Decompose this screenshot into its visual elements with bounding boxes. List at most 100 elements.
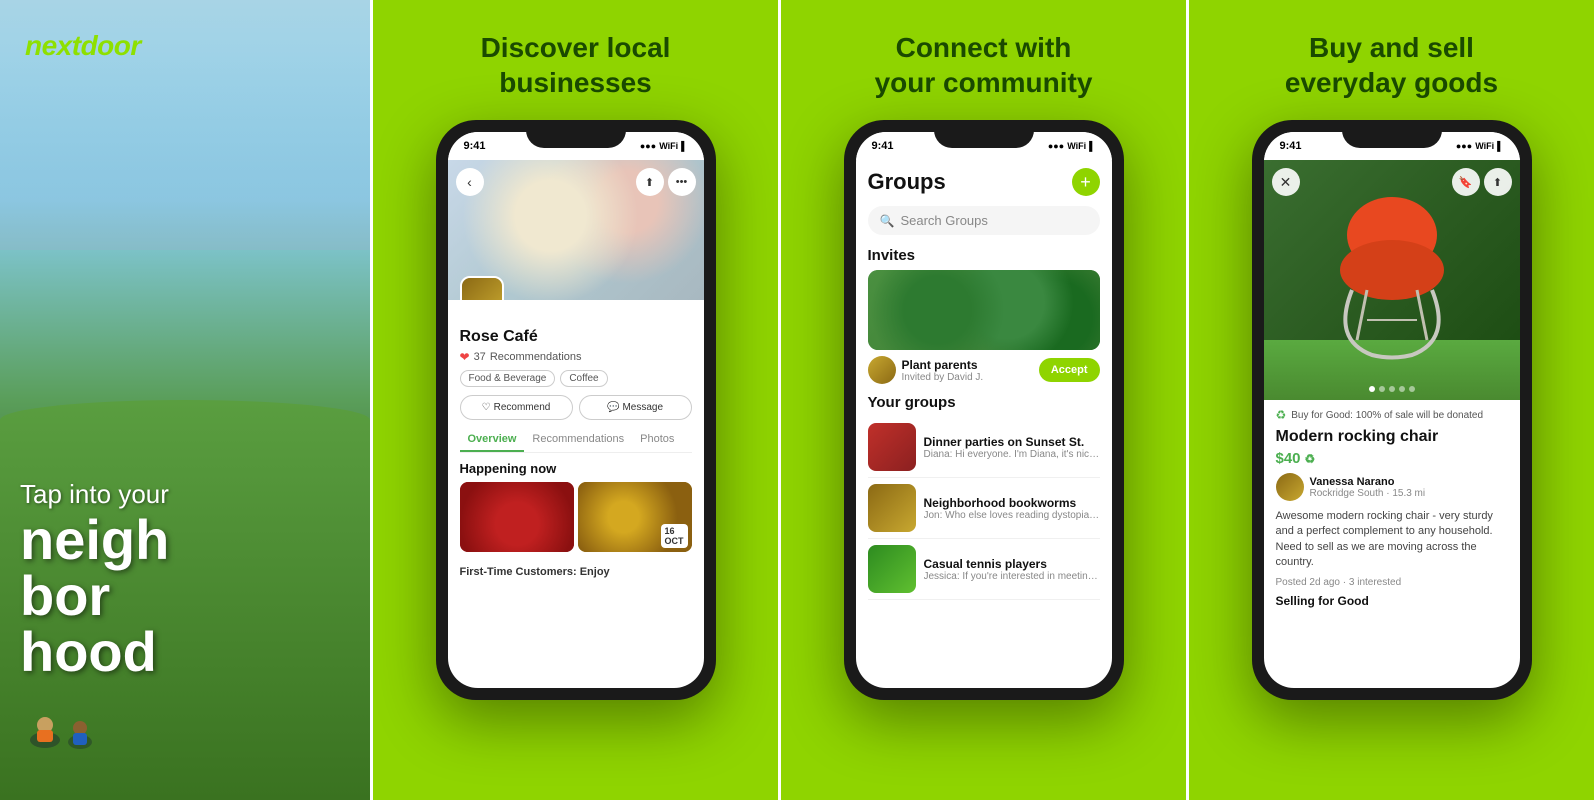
phone-marketplace: 9:41 ●●● WiFi ▌ — [1252, 120, 1532, 700]
market-description: Awesome modern rocking chair - very stur… — [1276, 509, 1508, 571]
status-icons-3: ●●● WiFi ▌ — [1048, 141, 1096, 151]
group-item-1[interactable]: Dinner parties on Sunset St. Diana: Hi e… — [868, 417, 1100, 478]
cafe-images: 16OCT — [460, 482, 692, 552]
group-info-3: Casual tennis players Jessica: If you're… — [924, 557, 1100, 582]
hero-tagline-1: Tap into your — [20, 478, 350, 512]
price-recycle-icon: ♻ — [1305, 452, 1316, 466]
market-item-title: Modern rocking chair — [1276, 428, 1508, 446]
panel-2-title: Discover localbusinesses — [481, 30, 671, 100]
battery-icon-3: ▌ — [1089, 141, 1095, 151]
buy-for-good-text: Buy for Good: 100% of sale will be donat… — [1291, 410, 1483, 421]
date-badge: 16OCT — [661, 524, 688, 548]
hero-panel: nextdoor Tap into your neigh bor hood — [0, 0, 370, 800]
recs-count: 37 — [474, 351, 486, 363]
more-button[interactable]: ••• — [668, 168, 696, 196]
invite-by: Invited by David J. — [902, 372, 1033, 383]
signal-icon-4: ●●● — [1456, 141, 1472, 151]
wifi-icon-4: WiFi — [1475, 141, 1494, 151]
carousel-dots — [1369, 386, 1415, 392]
recycle-icon: ♻ — [1276, 408, 1287, 422]
dot-1 — [1369, 386, 1375, 392]
panel-marketplace: Buy and selleveryday goods 9:41 ●●● WiFi… — [1186, 0, 1594, 800]
panel-4-title: Buy and selleveryday goods — [1285, 30, 1498, 100]
battery-icon-4: ▌ — [1497, 141, 1503, 151]
group-image-2 — [868, 484, 916, 532]
market-price: $40 ♻ — [1276, 450, 1508, 467]
signal-icon: ●●● — [640, 141, 656, 151]
invite-info: Plant parents Invited by David J. — [902, 358, 1033, 383]
add-group-button[interactable]: + — [1072, 168, 1100, 196]
seller-info: Vanessa Narano Rockridge South · 15.3 mi — [1310, 476, 1426, 499]
group-item-2[interactable]: Neighborhood bookworms Jon: Who else lov… — [868, 478, 1100, 539]
cafe-tags: Food & Beverage Coffee — [460, 370, 692, 387]
group-item-3[interactable]: Casual tennis players Jessica: If you're… — [868, 539, 1100, 600]
phone-businesses: 9:41 ●●● WiFi ▌ ‹ ⬆ ••• — [436, 120, 716, 700]
panel-3-title: Connect withyour community — [875, 30, 1093, 100]
tab-overview[interactable]: Overview — [460, 428, 525, 452]
status-icons-2: ●●● WiFi ▌ — [640, 141, 688, 151]
tag-food[interactable]: Food & Beverage — [460, 370, 556, 387]
panel-community: Connect withyour community 9:41 ●●● WiFi… — [778, 0, 1186, 800]
cafe-content: Rose Café ❤ 37 Recommendations Food & Be… — [448, 300, 704, 560]
cafe-action-row: ♡ Recommend 💬 Message — [460, 395, 692, 420]
group-info-1: Dinner parties on Sunset St. Diana: Hi e… — [924, 435, 1100, 460]
your-groups-label: Your groups — [868, 394, 1100, 411]
recommend-button[interactable]: ♡ Recommend — [460, 395, 573, 420]
heart-outline-icon: ♡ — [482, 402, 491, 413]
hero-tagline-5: hood — [20, 624, 350, 680]
phone-screen-marketplace: 9:41 ●●● WiFi ▌ — [1264, 132, 1520, 688]
status-icons-4: ●●● WiFi ▌ — [1456, 141, 1504, 151]
phone-notch — [526, 120, 626, 148]
accept-button[interactable]: Accept — [1039, 358, 1100, 382]
market-meta: Posted 2d ago · 3 interested — [1276, 577, 1508, 588]
phone-notch-4 — [1342, 120, 1442, 148]
group-msg-1: Diana: Hi everyone. I'm Diana, it's nice… — [924, 449, 1100, 460]
your-groups-section: Your groups Dinner parties on Sunset St.… — [868, 394, 1100, 600]
seller-location: Rockridge South · 15.3 mi — [1310, 488, 1426, 499]
groups-header: Groups + — [868, 168, 1100, 196]
happening-now-label: Happening now — [460, 461, 692, 476]
market-header: ✕ 🔖 ⬆ — [1264, 160, 1520, 400]
panel-businesses: Discover localbusinesses 9:41 ●●● WiFi ▌… — [370, 0, 778, 800]
seller-row: Vanessa Narano Rockridge South · 15.3 mi — [1276, 473, 1508, 501]
cafe-image-1 — [460, 482, 574, 552]
invite-row: Plant parents Invited by David J. Accept — [868, 356, 1100, 384]
tab-recommendations[interactable]: Recommendations — [524, 428, 632, 452]
group-image-3 — [868, 545, 916, 593]
signal-icon-3: ●●● — [1048, 141, 1064, 151]
phone-notch-3 — [934, 120, 1034, 148]
bookmark-button[interactable]: 🔖 — [1452, 168, 1480, 196]
cafe-header: ‹ ⬆ ••• — [448, 160, 704, 300]
invite-name: Plant parents — [902, 358, 1033, 372]
battery-icon: ▌ — [681, 141, 687, 151]
selling-for-good: Selling for Good — [1276, 594, 1508, 608]
logo-area: nextdoor — [25, 30, 141, 62]
seller-avatar — [1276, 473, 1304, 501]
cafe-back-button[interactable]: ‹ — [456, 168, 484, 196]
cafe-bottom-text: First-Time Customers: Enjoy — [448, 560, 704, 584]
cafe-nav-tabs: Overview Recommendations Photos — [460, 428, 692, 453]
share-button[interactable]: ⬆ — [636, 168, 664, 196]
tag-coffee[interactable]: Coffee — [560, 370, 607, 387]
dot-3 — [1389, 386, 1395, 392]
message-button[interactable]: 💬 Message — [579, 395, 692, 420]
hero-tagline-3: neigh — [20, 512, 350, 568]
tab-photos[interactable]: Photos — [632, 428, 682, 452]
invites-label: Invites — [868, 247, 1100, 264]
market-share-button[interactable]: ⬆ — [1484, 168, 1512, 196]
search-groups-placeholder: Search Groups — [900, 213, 987, 228]
dot-4 — [1399, 386, 1405, 392]
hero-text: Tap into your neigh bor hood — [20, 478, 350, 680]
market-close-button[interactable]: ✕ — [1272, 168, 1300, 196]
group-msg-2: Jon: Who else loves reading dystopias? — [924, 510, 1100, 521]
wifi-icon: WiFi — [659, 141, 678, 151]
invite-image — [868, 270, 1100, 350]
phone-screen-community: 9:41 ●●● WiFi ▌ Groups + 🔍 Search Groups — [856, 132, 1112, 688]
cafe-avatar — [460, 276, 504, 300]
status-time-2: 9:41 — [464, 140, 486, 152]
cafe-name: Rose Café — [460, 328, 692, 346]
groups-search-bar[interactable]: 🔍 Search Groups — [868, 206, 1100, 235]
seller-name: Vanessa Narano — [1310, 476, 1426, 488]
cafe-image-2: 16OCT — [578, 482, 692, 552]
city-buildings — [0, 50, 370, 250]
